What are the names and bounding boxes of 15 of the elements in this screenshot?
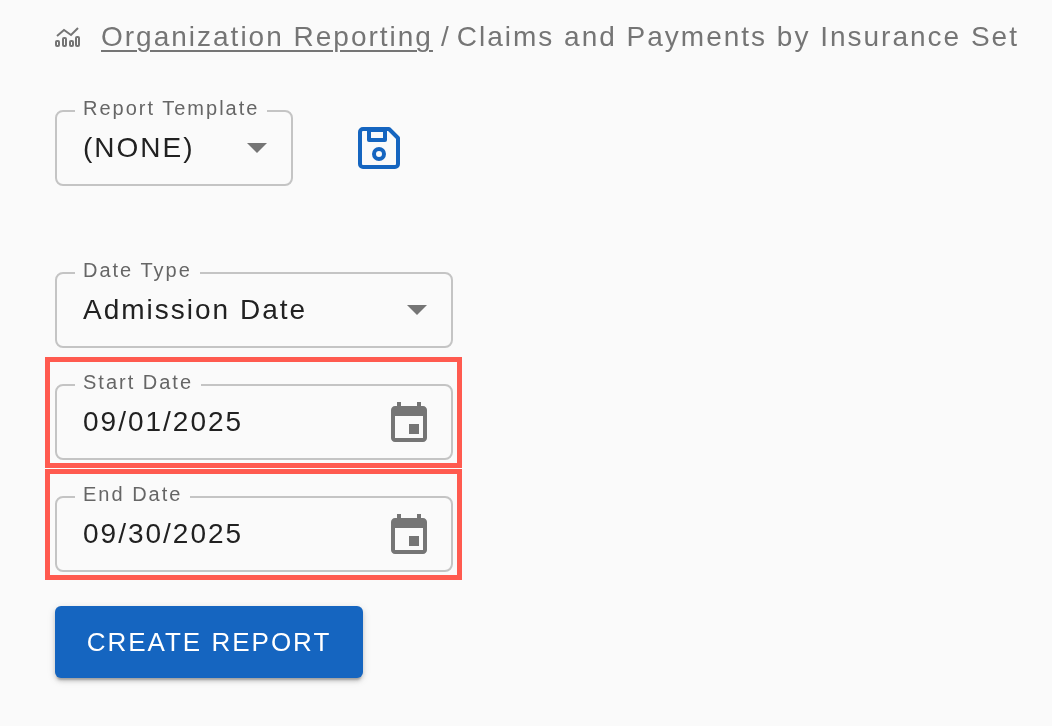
chart-icon xyxy=(55,27,80,47)
save-icon xyxy=(358,127,400,169)
field-value: (NONE) xyxy=(83,131,195,165)
calendar-icon[interactable] xyxy=(391,514,427,554)
field-value: 09/30/2025 xyxy=(83,517,244,551)
field-value: Admission Date xyxy=(83,293,308,327)
breadcrumb-separator: / xyxy=(440,20,451,54)
caret-icon xyxy=(247,143,267,153)
breadcrumb-link[interactable]: Organization Reporting xyxy=(101,20,433,54)
caret-icon xyxy=(407,305,427,315)
create-report-button[interactable]: CREATE REPORT xyxy=(55,606,363,678)
calendar-icon[interactable] xyxy=(391,402,427,442)
save-button[interactable] xyxy=(358,127,400,169)
field-value: 09/01/2025 xyxy=(83,405,244,439)
page-title: Claims and Payments by Insurance Set xyxy=(456,20,1019,54)
